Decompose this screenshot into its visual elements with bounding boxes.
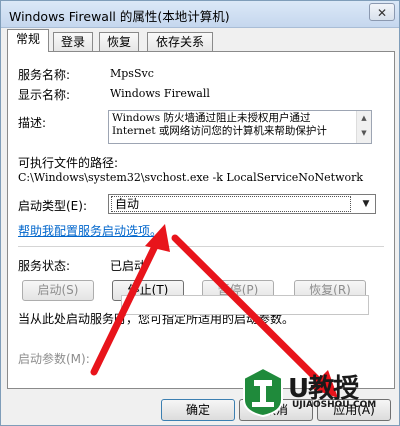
dropdown-arrow-icon[interactable]: ▼ [359,197,373,211]
properties-dialog: Windows Firewall 的属性(本地计算机) ✕ 常规 登录 恢复 依… [0,0,400,426]
service-name-label: 服务名称: [18,68,71,82]
start-params-label: 启动参数(M): [18,352,90,366]
startup-type-value: 自动 [111,196,351,212]
watermark-logo-icon [243,366,283,418]
general-panel: 服务名称: MpsSvc 显示名称: Windows Firewall 描述: … [7,51,395,389]
service-name-value: MpsSvc [110,67,154,80]
window-title: Windows Firewall 的属性(本地计算机) [9,9,230,24]
exe-path-value: C:\Windows\system32\svchost.exe -k Local… [18,171,364,184]
help-startup-link[interactable]: 帮助我配置服务启动选项。 [18,222,162,239]
exe-path-label: 可执行文件的路径: [18,156,119,170]
display-name-label: 显示名称: [18,88,71,102]
display-name-value: Windows Firewall [110,87,210,100]
ok-button[interactable]: 确定 [161,399,235,421]
description-line-1: Windows 防火墙通过阻止未授权用户通过 [112,112,311,124]
watermark-domain: UJIAOSHOU.COM [292,400,377,410]
service-status-value: 已启动 [110,259,147,273]
tab-recovery[interactable]: 恢复 [99,32,139,51]
title-bar[interactable]: Windows Firewall 的属性(本地计算机) ✕ [1,1,399,28]
description-line-2: Internet 或网络访问您的计算机来帮助保护计 [112,125,327,137]
tab-general[interactable]: 常规 [7,29,49,52]
start-button[interactable]: 启动(S) [22,280,94,301]
description-scrollbar[interactable]: ▲ ▼ [356,111,371,143]
description-box[interactable]: Windows 防火墙通过阻止未授权用户通过 Internet 或网络访问您的计… [108,110,372,144]
start-params-input[interactable] [121,295,369,315]
tab-logon[interactable]: 登录 [53,32,93,51]
startup-type-select[interactable]: 自动 ▼ [108,194,376,214]
description-label: 描述: [18,116,47,130]
close-icon: ✕ [376,6,388,20]
startup-type-label: 启动类型(E): [18,199,87,213]
divider [18,246,384,247]
watermark: U教授 UJIAOSHOU.COM [240,366,376,424]
service-status-label: 服务状态: [18,259,71,273]
tab-dependencies[interactable]: 依存关系 [147,32,213,51]
close-button[interactable]: ✕ [369,3,395,21]
